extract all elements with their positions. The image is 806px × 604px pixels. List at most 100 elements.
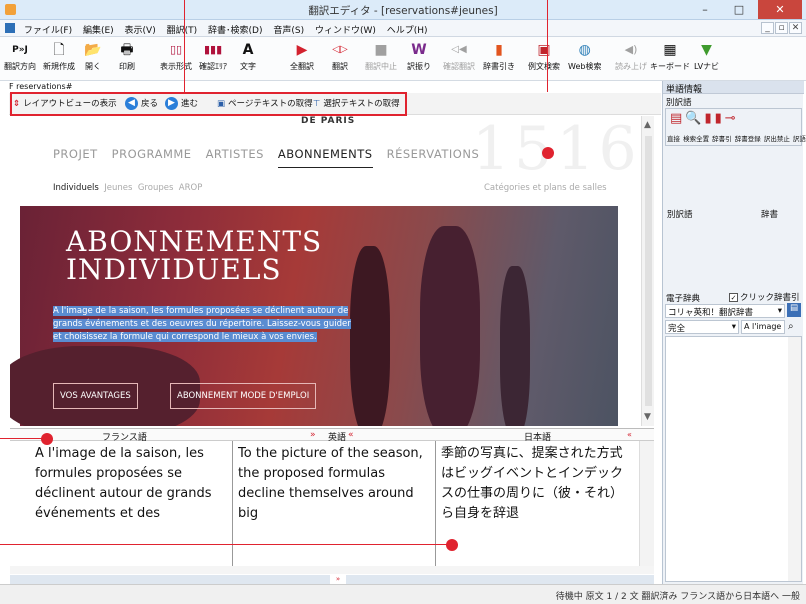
categories-link[interactable]: Catégories et plans de salles: [484, 183, 607, 193]
direct-button[interactable]: 直接: [667, 135, 680, 143]
close-button[interactable]: ✕: [758, 0, 802, 19]
print-button[interactable]: 🖶 印刷: [118, 39, 136, 72]
web-scrollbar[interactable]: ▲ ▼: [641, 116, 654, 426]
menu-dictionary[interactable]: 辞書･検索(D): [204, 20, 266, 36]
callout-dot: [41, 433, 53, 445]
japanese-target-text[interactable]: 季節の写真に、提案された方式はビッグイベントとインデックスの仕事の周りに（彼・そ…: [436, 441, 639, 566]
check-area-button[interactable]: ▮▮▮ 確認ｴﾘｱ: [199, 39, 227, 72]
callout-line: [547, 0, 548, 92]
horizontal-scrollbar[interactable]: [10, 566, 654, 574]
english-pivot-text[interactable]: To the picture of the season, the propos…: [233, 441, 436, 566]
main-toolbar: P»J 翻訳方向 🗋 新規作成 📂 開く 🖶 印刷 ▯▯ 表示形式 ▮▮▮ 確認ｴﾘｱ A文…: [0, 37, 806, 81]
word-select-button[interactable]: 訳語達: [793, 135, 806, 143]
nav-artistes[interactable]: ARTISTES: [206, 147, 264, 161]
scroll-thumb[interactable]: [645, 136, 652, 406]
hero-title: ABONNEMENTS INDIVIDUELS: [66, 225, 323, 286]
mdi-controls: _ ▫ ✕: [760, 22, 802, 34]
stop-translation-button[interactable]: ■ 翻訳中止: [365, 39, 397, 72]
nav-programme[interactable]: PROGRAMME: [112, 147, 192, 161]
subscription-guide-button[interactable]: ABONNEMENT MODE D'EMPLOI: [170, 383, 317, 409]
dictionary-icon: ▮: [495, 42, 503, 58]
alt-word-column: 別訳語: [667, 210, 693, 220]
alt-words-list[interactable]: [665, 147, 802, 203]
dictionary-results[interactable]: [665, 336, 802, 582]
chevron-down-icon: ▾: [731, 322, 736, 332]
menu-bar: ファイル(F) 編集(E) 表示(V) 翻訳(T) 辞書･検索(D) 音声(S)…: [0, 20, 806, 37]
display-format-button[interactable]: ▯▯ 表示形式: [160, 39, 192, 72]
speaker-icon: ◀): [624, 43, 638, 56]
nav-reservations[interactable]: RÉSERVATIONS: [387, 147, 480, 161]
stop-icon: ■: [374, 42, 388, 58]
nav-abonnements[interactable]: ABONNEMENTS: [277, 147, 373, 168]
alt-words-table[interactable]: [665, 221, 802, 287]
translate-icon: ◁▷: [332, 44, 348, 55]
word-tool-icons: ▤🔍▮▮⊸: [670, 111, 739, 126]
subnav-groupes[interactable]: Groupes: [138, 183, 174, 193]
open-button[interactable]: 📂 開く: [84, 39, 102, 72]
hero-text: A l'image de la saison, les formules pro…: [53, 306, 351, 342]
mdi-minimize-button[interactable]: _: [761, 22, 774, 34]
interlinear-icon: W: [411, 42, 427, 58]
binoculars-icon[interactable]: ⌕: [788, 321, 794, 332]
mdi-close-button[interactable]: ✕: [789, 22, 802, 34]
translation-direction-button[interactable]: P»J 翻訳方向: [4, 39, 36, 72]
right-panel: 単語情報 別訳語 ▤🔍▮▮⊸ 直接 検索全置 辞書引 辞書登録 訳出禁止 訳語達…: [662, 81, 806, 584]
translate-button[interactable]: ◁▷ 翻訳: [331, 39, 349, 72]
keyboard-button[interactable]: ▦ キーボード: [650, 39, 690, 72]
dict-lookup-button[interactable]: 辞書引: [712, 135, 732, 143]
dict-register-button[interactable]: 辞書登録: [735, 135, 761, 143]
alt-words-label: 別訳語: [666, 98, 692, 108]
interlinear-button[interactable]: W 訳振り: [407, 39, 431, 72]
translate-all-button[interactable]: ▶ 全翻訳: [290, 39, 314, 72]
click-dict-checkbox[interactable]: ✓ クリック辞書引: [729, 291, 800, 303]
e-dictionary-label: 電子辞典: [666, 294, 701, 304]
advantages-button[interactable]: VOS AVANTAGES: [53, 383, 138, 409]
maximize-button[interactable]: □: [722, 0, 756, 19]
dictionary-book-icon[interactable]: ▤: [787, 303, 801, 317]
match-select[interactable]: 完全 ▾: [665, 320, 739, 334]
checkbox-check-icon: ✓: [729, 293, 738, 302]
mdi-restore-button[interactable]: ▫: [775, 22, 788, 34]
lv-navi-button[interactable]: ▼ LVナビ: [694, 39, 719, 72]
subnav-individuels[interactable]: Individuels: [53, 183, 99, 193]
menu-file[interactable]: ファイル(F): [20, 20, 76, 36]
menu-window[interactable]: ウィンドウ(W): [311, 20, 380, 36]
prohibit-button[interactable]: 訳出禁止: [764, 135, 790, 143]
search-all-button[interactable]: 検索全置: [683, 135, 709, 143]
collapse-icon[interactable]: «: [627, 430, 632, 439]
nav-projet[interactable]: PROJET: [53, 147, 98, 161]
example-search-icon: ▣: [537, 42, 551, 58]
word-info-header: 単語情報: [663, 81, 804, 95]
font-button[interactable]: A 文字: [239, 39, 257, 72]
results-scrollbar[interactable]: [788, 337, 801, 581]
web-search-button[interactable]: ◍ Web検索: [568, 39, 601, 72]
example-search-button[interactable]: ▣ 例文検索: [528, 39, 560, 72]
new-button[interactable]: 🗋 新規作成: [43, 39, 75, 72]
dictionary-select[interactable]: コリャ英和！翻訳辞書 ▾: [665, 304, 785, 318]
text-scrollbar[interactable]: [639, 441, 654, 566]
title-bar: 翻訳エディタ - [reservations#jeunes] – □ ✕: [0, 0, 806, 20]
new-document-icon: 🗋: [53, 42, 65, 58]
subnav-arop[interactable]: AROP: [179, 183, 203, 193]
subnav-jeunes[interactable]: Jeunes: [104, 183, 132, 193]
globe-icon: ◍: [578, 42, 591, 58]
pane-splitter[interactable]: »: [10, 575, 654, 584]
read-aloud-button[interactable]: ◀) 読み上げ: [615, 39, 647, 72]
dictionary-search-input[interactable]: A l'image: [741, 320, 785, 334]
french-source-text[interactable]: A l'image de la saison, les formules pro…: [30, 441, 233, 566]
menu-translate[interactable]: 翻訳(T): [163, 20, 202, 36]
status-bar: 待機中 原文 1 / 2 文 翻訳済み フランス語から日本語へ 一般: [0, 584, 806, 604]
menu-help[interactable]: ヘルプ(H): [383, 20, 432, 36]
document-icon: [5, 23, 15, 33]
menu-audio[interactable]: 音声(S): [269, 20, 308, 36]
callout-dot: [446, 539, 458, 551]
year-watermark: 1516: [472, 116, 641, 184]
font-icon: A: [242, 42, 254, 58]
menu-edit[interactable]: 編集(E): [79, 20, 118, 36]
minimize-button[interactable]: –: [690, 0, 720, 19]
window-title: 翻訳エディタ - [reservations#jeunes]: [308, 5, 498, 17]
scroll-up-icon: ▲: [644, 120, 651, 130]
menu-view[interactable]: 表示(V): [121, 20, 160, 36]
dictionary-lookup-button[interactable]: ▮ 辞書引き: [483, 39, 515, 72]
confirm-translation-button[interactable]: ◁◀ 確認翻訳: [443, 39, 475, 72]
